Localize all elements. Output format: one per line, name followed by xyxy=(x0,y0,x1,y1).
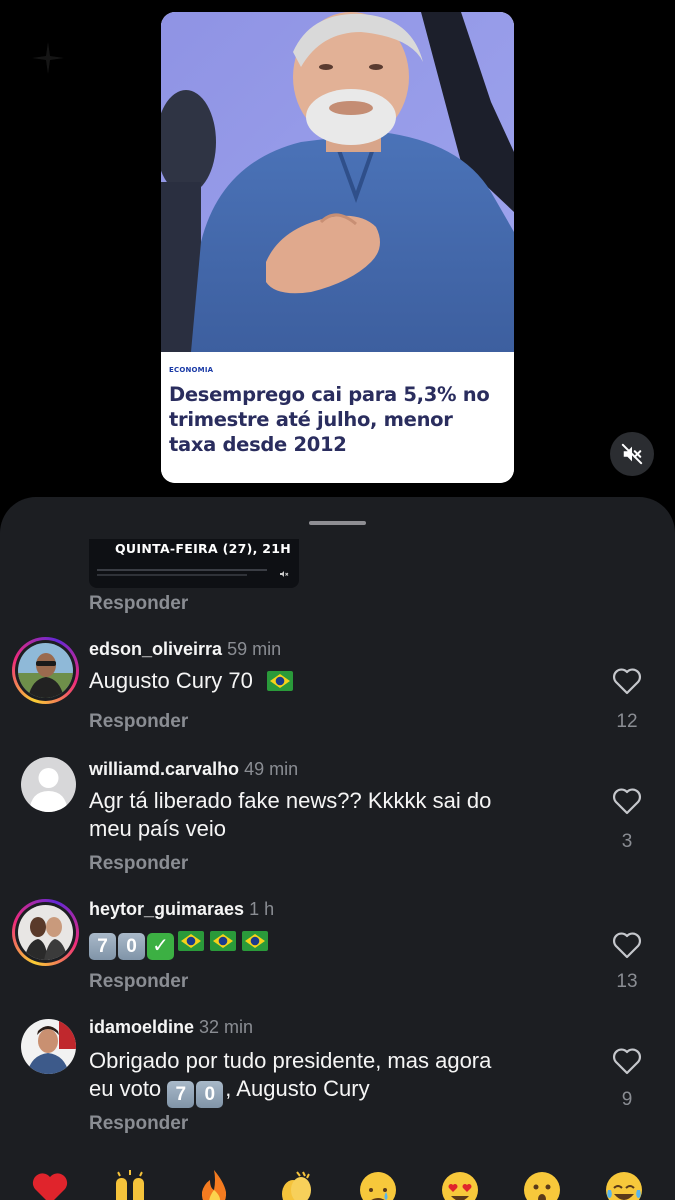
red-heart-icon[interactable] xyxy=(30,1168,70,1200)
keycap-zero-icon: 0 xyxy=(196,1081,224,1108)
sparkle-icon xyxy=(32,42,64,74)
avatar-photo xyxy=(18,905,73,960)
reply-button[interactable]: Responder xyxy=(89,593,188,615)
keycap-seven-icon: 7 xyxy=(167,1081,195,1108)
tears-of-joy-face-icon[interactable] xyxy=(604,1168,644,1200)
fire-icon[interactable] xyxy=(194,1168,234,1200)
keycap-seven-icon: 7 xyxy=(89,933,116,960)
speaker-muted-icon xyxy=(621,443,643,465)
comment-text: Agr tá liberado fake news?? Kkkkk sai do… xyxy=(89,787,589,843)
crying-face-icon[interactable] xyxy=(358,1168,398,1200)
post-category: ECONOMIA xyxy=(169,366,214,374)
comment-text-line: Obrigado por tudo presidente, mas agora xyxy=(89,1048,492,1073)
like-count: 3 xyxy=(621,831,633,852)
avatar[interactable] xyxy=(12,637,79,704)
avatar-photo xyxy=(18,643,73,698)
like-count: 13 xyxy=(616,971,638,992)
comment-username[interactable]: heytor_guimaraes xyxy=(89,899,244,919)
post-headline: Desemprego cai para 5,3% no trimestre at… xyxy=(169,383,490,456)
brazil-flag-icon xyxy=(267,671,293,691)
comment-timestamp: 49 min xyxy=(244,759,299,779)
comment-timestamp: 32 min xyxy=(199,1017,254,1037)
mute-button[interactable] xyxy=(610,432,654,476)
sheet-drag-handle[interactable] xyxy=(309,521,366,525)
astonished-face-icon[interactable] xyxy=(522,1168,562,1200)
brazil-flag-icon xyxy=(242,931,268,951)
reply-button[interactable]: Responder xyxy=(89,971,188,993)
brazil-flag-icon xyxy=(178,931,204,951)
media-area: ECONOMIA Desemprego cai para 5,3% no tri… xyxy=(0,0,675,500)
avatar-photo xyxy=(21,1019,76,1074)
like-count: 9 xyxy=(621,1089,633,1110)
heart-eyes-face-icon[interactable] xyxy=(440,1168,480,1200)
post-caption: ECONOMIA Desemprego cai para 5,3% no tri… xyxy=(161,352,514,483)
thumbnail-title: QUINTA-FEIRA (27), 21H xyxy=(115,541,292,556)
post-card[interactable]: ECONOMIA Desemprego cai para 5,3% no tri… xyxy=(161,12,514,483)
comment-media-thumbnail[interactable]: QUINTA-FEIRA (27), 21H xyxy=(89,539,299,588)
comment-username[interactable]: williamd.carvalho xyxy=(89,759,239,779)
thumbnail-fine-print xyxy=(97,574,247,576)
comment-timestamp: 1 h xyxy=(249,899,275,919)
comment-text: Obrigado por tudo presidente, mas agora … xyxy=(89,1047,589,1108)
speaker-muted-icon xyxy=(280,571,289,577)
comment-text-line: eu voto 70, Augusto Cury xyxy=(89,1075,589,1108)
like-count: 12 xyxy=(616,711,638,732)
post-photo xyxy=(161,12,514,352)
comment-text-line: meu país veio xyxy=(89,816,226,841)
reply-button[interactable]: Responder xyxy=(89,853,188,875)
clapping-hands-icon[interactable] xyxy=(275,1168,315,1200)
brazil-flag-icon xyxy=(210,931,236,951)
reaction-bar xyxy=(0,1160,675,1200)
raising-hands-icon[interactable] xyxy=(110,1168,150,1200)
like-heart-icon[interactable] xyxy=(612,787,642,815)
avatar[interactable] xyxy=(21,757,76,812)
reply-button[interactable]: Responder xyxy=(89,711,188,733)
keycap-zero-icon: 0 xyxy=(118,933,145,960)
check-mark-icon: ✓ xyxy=(147,933,174,960)
like-heart-icon[interactable] xyxy=(612,931,642,959)
comment-text: 7 0 ✓ xyxy=(89,927,589,960)
comment-text: Augusto Cury 70 xyxy=(89,667,589,695)
comment-timestamp: 59 min xyxy=(227,639,282,659)
comment-text-part: eu voto xyxy=(89,1076,162,1101)
like-heart-icon[interactable] xyxy=(612,1047,642,1075)
thumbnail-fine-print xyxy=(97,569,267,571)
comment-username[interactable]: edson_oliveirra xyxy=(89,639,222,659)
comment-username[interactable]: idamoeldine xyxy=(89,1017,194,1037)
avatar[interactable] xyxy=(12,899,79,966)
comment-text-line: Agr tá liberado fake news?? Kkkkk sai do xyxy=(89,788,492,813)
comments-sheet: QUINTA-FEIRA (27), 21H Responder edson_o… xyxy=(0,497,675,1200)
like-heart-icon[interactable] xyxy=(612,667,642,695)
comment-text-part: , Augusto Cury xyxy=(225,1076,370,1101)
avatar[interactable] xyxy=(21,1019,76,1074)
comment-text-content: Augusto Cury 70 xyxy=(89,668,253,693)
reply-button[interactable]: Responder xyxy=(89,1113,188,1135)
default-avatar-icon xyxy=(21,757,76,812)
